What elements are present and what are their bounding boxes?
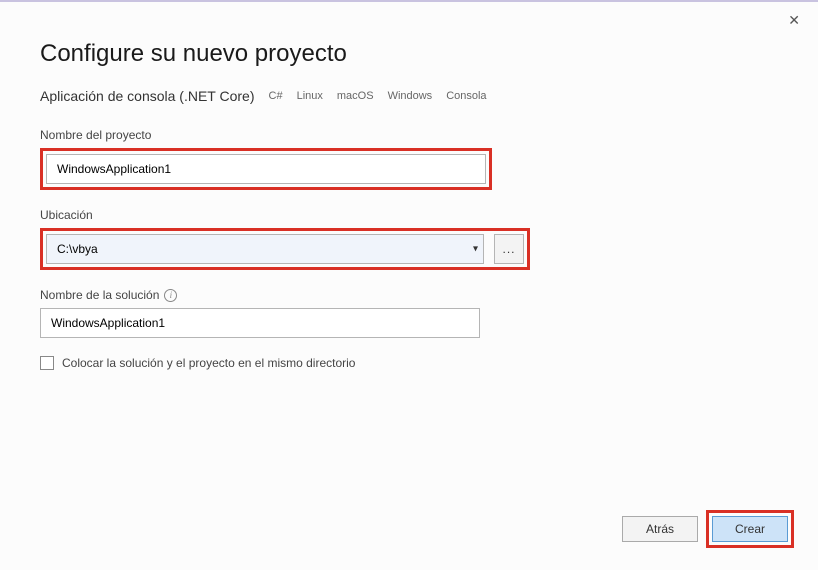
subtitle-row: Aplicación de consola (.NET Core) C# Lin… <box>40 88 778 104</box>
page-title: Configure su nuevo proyecto <box>40 40 778 68</box>
template-name: Aplicación de consola (.NET Core) <box>40 88 255 104</box>
tag-csharp: C# <box>269 90 283 102</box>
tag-console: Consola <box>446 90 486 102</box>
location-group: Ubicación ▾ ... <box>40 208 778 270</box>
solution-name-label: Nombre de la solución i <box>40 288 778 302</box>
project-name-input[interactable] <box>46 154 486 184</box>
location-combo[interactable]: ▾ <box>46 234 484 264</box>
browse-button[interactable]: ... <box>494 234 524 264</box>
same-directory-label: Colocar la solución y el proyecto en el … <box>62 356 355 370</box>
solution-name-input[interactable] <box>40 308 480 338</box>
back-button[interactable]: Atrás <box>622 516 698 542</box>
tag-macos: macOS <box>337 90 374 102</box>
create-highlight: Crear <box>706 510 794 548</box>
close-icon: ✕ <box>788 12 800 28</box>
same-directory-checkbox[interactable] <box>40 356 54 370</box>
solution-name-group: Nombre de la solución i <box>40 288 778 338</box>
tag-windows: Windows <box>388 90 433 102</box>
location-highlight: ▾ ... <box>40 228 530 270</box>
project-name-label: Nombre del proyecto <box>40 128 778 142</box>
dialog-footer: Atrás Crear <box>622 510 794 548</box>
project-name-group: Nombre del proyecto <box>40 128 778 190</box>
close-button[interactable]: ✕ <box>782 10 806 31</box>
location-label: Ubicación <box>40 208 778 222</box>
tag-linux: Linux <box>297 90 323 102</box>
dialog-content: Configure su nuevo proyecto Aplicación d… <box>0 2 818 370</box>
same-directory-row: Colocar la solución y el proyecto en el … <box>40 356 778 370</box>
info-icon[interactable]: i <box>164 289 177 302</box>
location-input[interactable] <box>46 234 484 264</box>
project-name-highlight <box>40 148 492 190</box>
create-button[interactable]: Crear <box>712 516 788 542</box>
